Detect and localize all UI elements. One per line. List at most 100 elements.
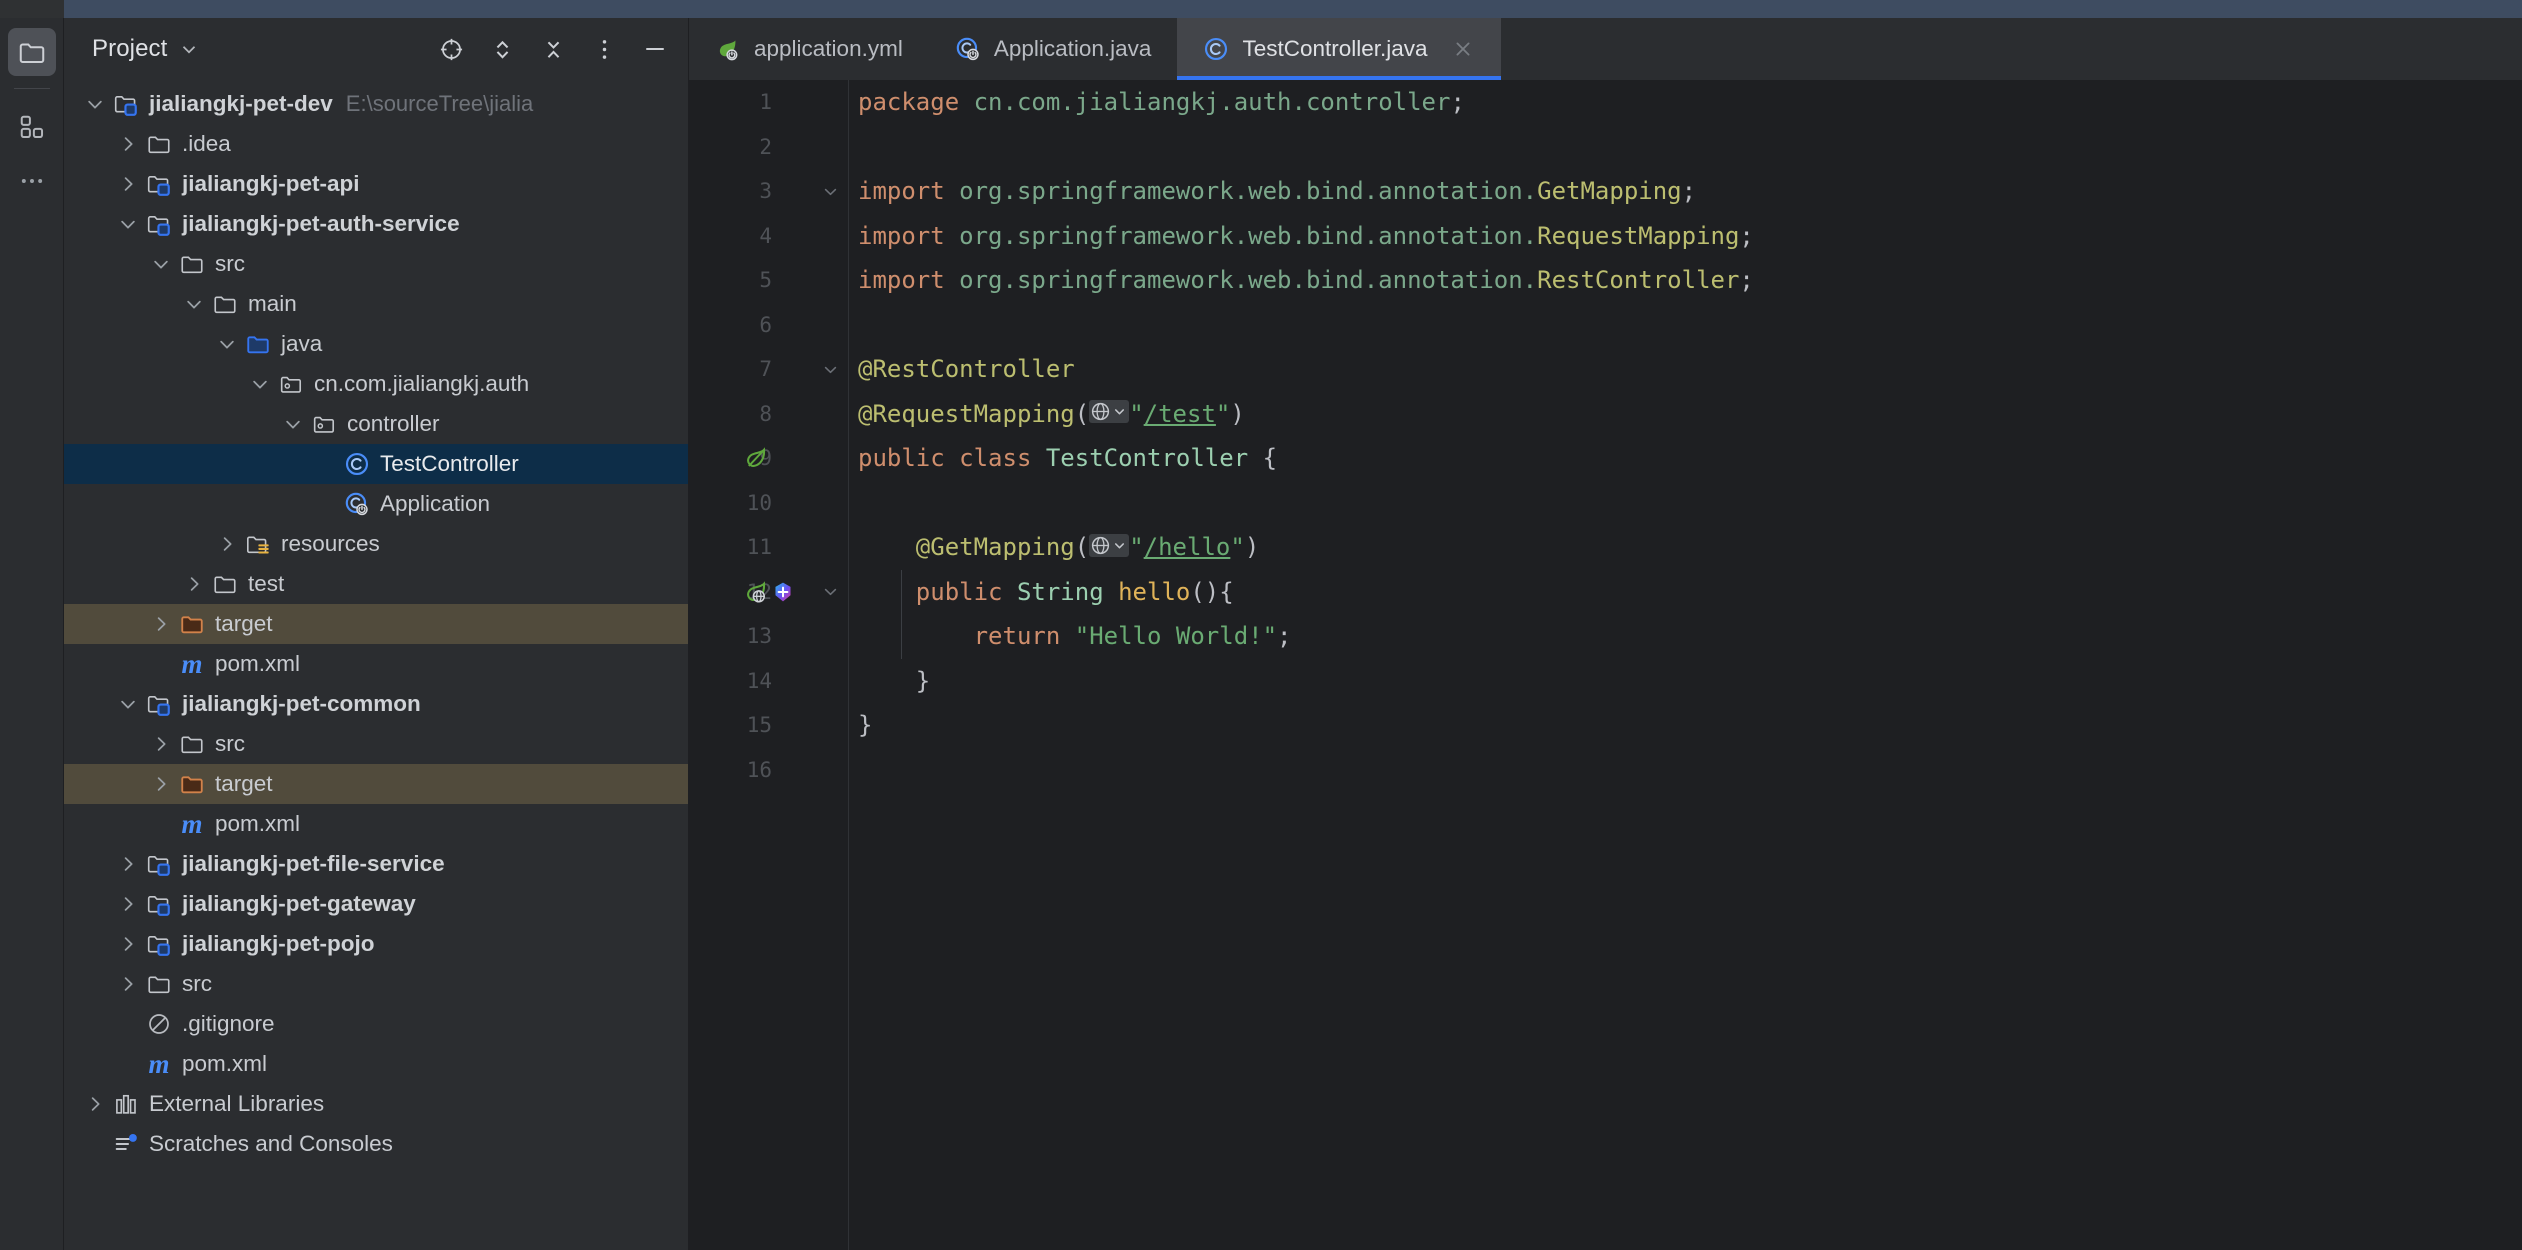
more-tool-windows-button[interactable] bbox=[8, 157, 56, 205]
code-line[interactable]: package cn.com.jialiangkj.auth.controlle… bbox=[858, 80, 2522, 125]
code-fold-toggle[interactable] bbox=[821, 570, 840, 615]
tree-expand-toggle[interactable] bbox=[117, 213, 139, 235]
tree-expand-toggle[interactable] bbox=[117, 173, 139, 195]
tree-expand-toggle[interactable] bbox=[117, 693, 139, 715]
tree-node-jialiangkj-pet-gateway[interactable]: jialiangkj-pet-gateway bbox=[64, 884, 688, 924]
tree-expand-toggle[interactable] bbox=[117, 933, 139, 955]
tree-node-resources[interactable]: resources bbox=[64, 524, 688, 564]
gutter-line[interactable]: 9 bbox=[689, 436, 848, 481]
tree-expand-toggle[interactable] bbox=[117, 893, 139, 915]
url-inspector-badge[interactable] bbox=[1089, 400, 1130, 424]
gutter-line[interactable]: 13 bbox=[689, 614, 848, 659]
spring-bean-icon[interactable] bbox=[743, 445, 769, 471]
tree-node-gitignore[interactable]: .gitignore bbox=[64, 1004, 688, 1044]
code-line[interactable] bbox=[858, 125, 2522, 170]
editor-tab-testcontroller-java[interactable]: TestController.java bbox=[1177, 18, 1501, 80]
tree-node-src[interactable]: src bbox=[64, 724, 688, 764]
code-line[interactable]: import org.springframework.web.bind.anno… bbox=[858, 169, 2522, 214]
tree-node-target[interactable]: target bbox=[64, 604, 688, 644]
tree-node-java[interactable]: java bbox=[64, 324, 688, 364]
tree-node-jialiangkj-pet-pojo[interactable]: jialiangkj-pet-pojo bbox=[64, 924, 688, 964]
tree-expand-toggle[interactable] bbox=[216, 533, 238, 555]
code-line[interactable]: public class TestController { bbox=[858, 436, 2522, 481]
code-line[interactable]: @GetMapping("/hello ") bbox=[858, 525, 2522, 570]
code-fold-toggle[interactable] bbox=[821, 347, 840, 392]
url-inspector-badge[interactable] bbox=[1089, 533, 1130, 557]
gutter-line[interactable]: 7 bbox=[689, 347, 848, 392]
project-tool-window-button[interactable] bbox=[7, 28, 56, 76]
tree-expand-toggle[interactable] bbox=[183, 293, 205, 315]
tree-expand-toggle[interactable] bbox=[84, 1093, 106, 1115]
tree-node-jialiangkj-pet-auth-service[interactable]: jialiangkj-pet-auth-service bbox=[64, 204, 688, 244]
gutter-line[interactable]: 5 bbox=[689, 258, 848, 303]
hide-tool-window-button[interactable] bbox=[640, 34, 670, 64]
code-line[interactable] bbox=[858, 481, 2522, 526]
tree-node-pom-xml[interactable]: m pom.xml bbox=[64, 1044, 688, 1084]
collapse-all-button[interactable] bbox=[538, 34, 568, 64]
tree-node-target[interactable]: target bbox=[64, 764, 688, 804]
code-line[interactable] bbox=[858, 303, 2522, 348]
editor-code[interactable]: package cn.com.jialiangkj.auth.controlle… bbox=[849, 80, 2522, 1250]
tree-node-pom-xml[interactable]: m pom.xml bbox=[64, 804, 688, 844]
gutter-line[interactable]: 14 bbox=[689, 659, 848, 704]
tree-expand-toggle[interactable] bbox=[249, 373, 271, 395]
gutter-line[interactable]: 16 bbox=[689, 748, 848, 793]
tree-node-cn-com-jialiangkj-auth[interactable]: cn.com.jialiangkj.auth bbox=[64, 364, 688, 404]
tree-expand-toggle[interactable] bbox=[150, 613, 172, 635]
editor-tab-application-yml[interactable]: application.yml bbox=[689, 18, 929, 80]
code-line[interactable]: return "Hello World!"; bbox=[858, 614, 2522, 659]
code-line[interactable]: @RequestMapping("/test ") bbox=[858, 392, 2522, 437]
gutter-line[interactable]: 6 bbox=[689, 303, 848, 348]
tree-node-jialiangkj-pet-api[interactable]: jialiangkj-pet-api bbox=[64, 164, 688, 204]
spring-endpoint-icon[interactable] bbox=[743, 579, 769, 605]
gutter-line[interactable]: 1 bbox=[689, 80, 848, 125]
gutter-marker-group[interactable] bbox=[743, 570, 794, 615]
tree-expand-toggle[interactable] bbox=[150, 253, 172, 275]
tree-node-external-libraries[interactable]: External Libraries bbox=[64, 1084, 688, 1124]
project-tree[interactable]: jialiangkj-pet-dev E:\sourceTree\jialia .i… bbox=[64, 80, 688, 1250]
editor-code-area[interactable]: 12345678910111213141516 package cn.com.j… bbox=[689, 80, 2522, 1250]
tree-node-test[interactable]: test bbox=[64, 564, 688, 604]
gutter-line[interactable]: 12 bbox=[689, 570, 848, 615]
code-line[interactable]: } bbox=[858, 703, 2522, 748]
tree-expand-toggle[interactable] bbox=[282, 413, 304, 435]
gutter-line[interactable]: 3 bbox=[689, 169, 848, 214]
tree-expand-toggle[interactable] bbox=[84, 93, 106, 115]
gutter-line[interactable]: 15 bbox=[689, 703, 848, 748]
tree-node-scratches-and-consoles[interactable]: Scratches and Consoles bbox=[64, 1124, 688, 1164]
gutter-line[interactable]: 8 bbox=[689, 392, 848, 437]
editor-tab-application-java[interactable]: Application.java bbox=[929, 18, 1178, 80]
code-line[interactable]: public String hello(){ bbox=[858, 570, 2522, 615]
tree-node-src[interactable]: src bbox=[64, 244, 688, 284]
gutter-marker-group[interactable] bbox=[743, 436, 769, 481]
tree-expand-toggle[interactable] bbox=[117, 973, 139, 995]
tree-node-controller[interactable]: controller bbox=[64, 404, 688, 444]
tree-node-application[interactable]: Application bbox=[64, 484, 688, 524]
tree-node-jialiangkj-pet-common[interactable]: jialiangkj-pet-common bbox=[64, 684, 688, 724]
tree-node-jialiangkj-pet-dev[interactable]: jialiangkj-pet-dev E:\sourceTree\jialia bbox=[64, 84, 688, 124]
tree-node-src[interactable]: src bbox=[64, 964, 688, 1004]
tree-expand-toggle[interactable] bbox=[150, 773, 172, 795]
implementation-gem-icon[interactable] bbox=[772, 581, 794, 603]
code-line[interactable]: } bbox=[858, 659, 2522, 704]
tree-expand-toggle[interactable] bbox=[150, 733, 172, 755]
gutter-line[interactable]: 4 bbox=[689, 214, 848, 259]
tree-node-idea[interactable]: .idea bbox=[64, 124, 688, 164]
tree-expand-toggle[interactable] bbox=[117, 133, 139, 155]
expand-all-button[interactable] bbox=[487, 34, 517, 64]
code-fold-toggle[interactable] bbox=[821, 169, 840, 214]
code-line[interactable]: import org.springframework.web.bind.anno… bbox=[858, 214, 2522, 259]
structure-tool-window-button[interactable] bbox=[8, 103, 56, 151]
code-line[interactable]: import org.springframework.web.bind.anno… bbox=[858, 258, 2522, 303]
code-line[interactable] bbox=[858, 748, 2522, 793]
tree-node-testcontroller[interactable]: TestController bbox=[64, 444, 688, 484]
tree-expand-toggle[interactable] bbox=[216, 333, 238, 355]
editor-gutter[interactable]: 12345678910111213141516 bbox=[689, 80, 849, 1250]
tree-node-main[interactable]: main bbox=[64, 284, 688, 324]
tree-node-pom-xml[interactable]: m pom.xml bbox=[64, 644, 688, 684]
select-opened-file-button[interactable] bbox=[436, 34, 466, 64]
tree-expand-toggle[interactable] bbox=[117, 853, 139, 875]
editor-tab-bar[interactable]: application.yml Application.java TestContr… bbox=[689, 18, 2522, 80]
project-options-button[interactable] bbox=[589, 34, 619, 64]
project-view-dropdown[interactable] bbox=[178, 38, 200, 60]
